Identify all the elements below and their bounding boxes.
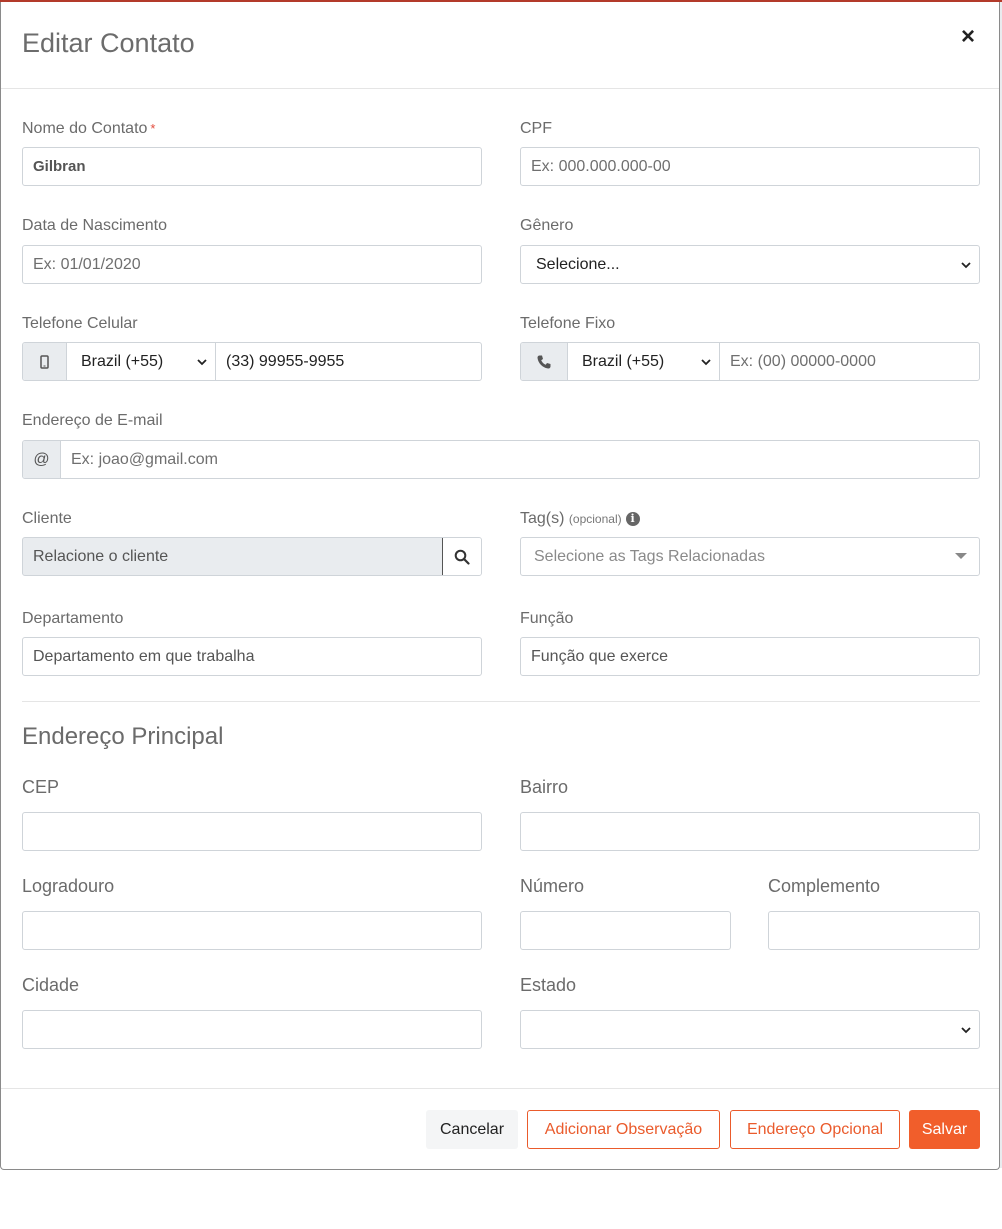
celular-country-select[interactable]: Brazil (+55) (67, 343, 216, 380)
logradouro-label: Logradouro (22, 876, 115, 896)
cep-label: CEP (22, 777, 60, 797)
email-placeholder: Ex: joao@gmail.com (71, 450, 218, 468)
funcao-input[interactable]: Função que exerce (520, 637, 980, 676)
edit-contact-modal: Editar Contato × Nome do Contato * Gilbra… (0, 2, 1000, 1170)
funcao-placeholder: Função que exerce (531, 647, 668, 665)
section-divider (22, 701, 980, 702)
tags-label-note: (opcional) (568, 512, 622, 526)
numero-label: Número (520, 876, 585, 896)
required-mark: * (150, 121, 156, 136)
nascimento-placeholder: Ex: 01/01/2020 (33, 255, 141, 273)
departamento-input[interactable]: Departamento em que trabalha (22, 637, 482, 676)
cancel-button[interactable]: Cancelar (426, 1110, 518, 1149)
funcao-label: Função (520, 610, 574, 627)
email-label: Endereço de E-mail (22, 412, 163, 429)
tags-label: Tag(s) (opcional) i (520, 510, 640, 528)
cpf-placeholder: Ex: 000.000.000-00 (531, 157, 671, 175)
cliente-label: Cliente (22, 510, 72, 527)
search-icon (454, 549, 470, 565)
nome-input[interactable]: Gilbran (22, 147, 482, 186)
numero-input[interactable] (520, 911, 731, 950)
celular-label: Telefone Celular (22, 315, 138, 332)
chevron-down-icon (701, 358, 711, 365)
celular-input-group: Brazil (+55) (33) 99955-9955 (22, 342, 482, 381)
fixo-input-group: Brazil (+55) Ex: (00) 00000-0000 (520, 342, 980, 381)
fixo-country: Brazil (+55) (582, 352, 665, 370)
estado-select[interactable] (520, 1010, 980, 1049)
modal-title: Editar Contato (22, 28, 195, 58)
nome-label-text: Nome do Contato (22, 120, 148, 137)
save-button[interactable]: Salvar (909, 1110, 980, 1149)
departamento-placeholder: Departamento em que trabalha (33, 647, 255, 665)
cliente-placeholder: Relacione o cliente (33, 547, 169, 565)
bairro-label: Bairro (520, 777, 569, 797)
cliente-search-button[interactable] (442, 538, 481, 575)
tags-placeholder: Selecione as Tags Relacionadas (534, 547, 765, 565)
departamento-label: Departamento (22, 610, 124, 627)
logradouro-input[interactable] (22, 911, 482, 950)
mobile-icon (23, 343, 67, 380)
genero-select[interactable]: Selecione... (520, 245, 980, 284)
optional-address-button[interactable]: Endereço Opcional (730, 1110, 900, 1149)
tags-select[interactable]: Selecione as Tags Relacionadas (520, 537, 980, 576)
close-icon: × (960, 23, 975, 50)
tags-label-text: Tag(s) (520, 510, 565, 527)
complemento-input[interactable] (768, 911, 980, 950)
fixo-placeholder[interactable]: Ex: (00) 00000-0000 (720, 353, 876, 371)
cep-input[interactable] (22, 812, 482, 851)
fixo-label: Telefone Fixo (520, 315, 616, 332)
bairro-input[interactable] (520, 812, 980, 851)
nome-value: Gilbran (33, 158, 86, 175)
nascimento-input[interactable]: Ex: 01/01/2020 (22, 245, 482, 284)
modal-header: Editar Contato × (1, 2, 999, 89)
email-input-group[interactable]: @ Ex: joao@gmail.com (22, 440, 980, 479)
chevron-down-icon (961, 261, 971, 268)
celular-country: Brazil (+55) (81, 352, 164, 370)
phone-icon (521, 343, 568, 380)
at-icon: @ (23, 441, 61, 478)
cliente-input[interactable]: Relacione o cliente (22, 537, 482, 576)
cidade-input[interactable] (22, 1010, 482, 1049)
chevron-down-icon (961, 1026, 971, 1033)
cidade-label: Cidade (22, 975, 80, 995)
fixo-country-select[interactable]: Brazil (+55) (568, 343, 720, 380)
chevron-down-icon (197, 358, 207, 365)
complemento-label: Complemento (768, 876, 881, 896)
nome-label: Nome do Contato * (22, 120, 155, 138)
cpf-input[interactable]: Ex: 000.000.000-00 (520, 147, 980, 186)
info-icon[interactable]: i (625, 512, 640, 526)
genero-selected: Selecione... (536, 255, 620, 273)
add-note-button[interactable]: Adicionar Observação (527, 1110, 720, 1149)
celular-value[interactable]: (33) 99955-9955 (216, 353, 344, 371)
modal-footer: Cancelar Adicionar Observação Endereço O… (1, 1088, 999, 1170)
genero-label: Gênero (520, 217, 574, 234)
address-section-title: Endereço Principal (22, 723, 224, 750)
nascimento-label: Data de Nascimento (22, 217, 167, 234)
close-button[interactable]: × (957, 24, 979, 50)
estado-label: Estado (520, 975, 577, 995)
cpf-label: CPF (520, 120, 552, 137)
caret-down-icon (955, 553, 967, 559)
